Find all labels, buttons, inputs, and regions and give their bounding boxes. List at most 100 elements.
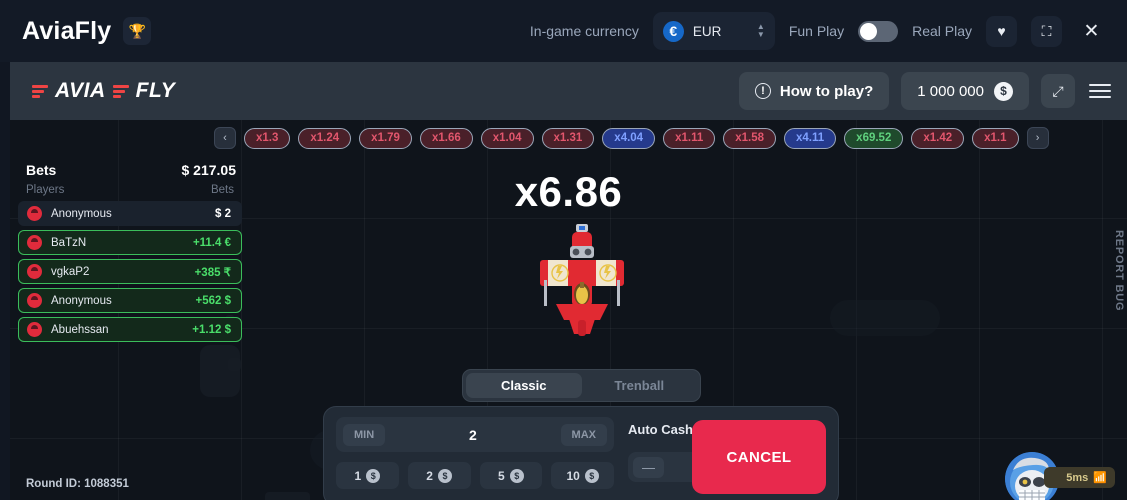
- info-icon: !: [754, 83, 771, 99]
- how-to-play-label: How to play?: [779, 82, 874, 100]
- multiplier-history-bar: ‹ x1.3 x1.24 x1.79 x1.66 x1.04 x1.31 x4.04 x1.1…: [10, 127, 1127, 149]
- quick-bet-button[interactable]: 5 $: [479, 462, 543, 489]
- balance-display[interactable]: 1 000 000 $: [901, 72, 1029, 110]
- bet-amount: +11.4 €: [192, 236, 231, 249]
- history-chip[interactable]: x1.42: [911, 127, 965, 149]
- close-icon[interactable]: ✕: [1076, 16, 1107, 47]
- quick-bet-value: 2: [426, 468, 433, 483]
- tab-trenball[interactable]: Trenball: [582, 373, 698, 398]
- bet-row[interactable]: Abuehssan +1.12 $: [18, 317, 242, 342]
- currency-select[interactable]: € EUR ▲ ▼: [652, 12, 775, 50]
- how-to-play-button[interactable]: ! How to play?: [738, 72, 890, 110]
- expand-icon[interactable]: ⤢: [1041, 74, 1075, 108]
- player-avatar-icon: [27, 235, 42, 250]
- current-multiplier: x6.86: [514, 168, 623, 215]
- min-bet-button[interactable]: MIN: [343, 423, 386, 446]
- ping-value: 5ms: [1066, 471, 1089, 484]
- max-bet-button[interactable]: MAX: [560, 423, 607, 446]
- quick-bet-button[interactable]: 10 $: [551, 462, 614, 489]
- tab-classic[interactable]: Classic: [466, 373, 582, 398]
- bet-amount: +385 ₹: [194, 266, 231, 279]
- game-header: AVIA FLY ! How to play? 1 000 000 $ ⤢: [10, 62, 1127, 120]
- quick-bet-button[interactable]: 1 $: [336, 462, 399, 489]
- cloud-shape: [200, 345, 240, 397]
- favorite-heart-icon[interactable]: ♥: [986, 15, 1017, 47]
- top-bar-controls: In-game currency € EUR ▲ ▼ Fun Play Real …: [530, 12, 1113, 50]
- logo-avia-text: AVIA: [55, 79, 106, 102]
- bet-amount-row: MIN 2 MAX: [336, 417, 614, 452]
- history-chip[interactable]: x4.04: [602, 127, 656, 149]
- aviafly-logo: AVIA FLY: [32, 79, 175, 103]
- game-header-controls: ! How to play? 1 000 000 $ ⤢: [738, 72, 1113, 110]
- player-name: Abuehssan: [51, 323, 109, 336]
- bet-amount-section: MIN 2 MAX 1 $2 $5 $10 $: [336, 417, 614, 495]
- play-mode-toggle[interactable]: [858, 20, 899, 42]
- cloud-shape: [265, 492, 310, 500]
- player-name: vgkaP2: [51, 265, 90, 278]
- dollar-coin-icon: $: [994, 81, 1013, 101]
- player-avatar-icon: [27, 322, 42, 337]
- ping-indicator: 5ms 📶: [1044, 467, 1115, 488]
- player-avatar-icon: [27, 293, 42, 308]
- history-chip[interactable]: x4.11: [784, 127, 837, 149]
- hamburger-menu-icon[interactable]: [1087, 78, 1113, 104]
- trophy-icon[interactable]: 🏆: [123, 17, 152, 45]
- dollar-coin-icon: $: [366, 468, 381, 483]
- dollar-coin-icon: $: [437, 468, 452, 483]
- chevron-updown-icon[interactable]: ▲ ▼: [757, 23, 765, 39]
- history-chip[interactable]: x1.1: [972, 127, 1019, 149]
- player-name: BaTzN: [51, 236, 87, 249]
- brand: AviaFly 🏆: [22, 16, 152, 46]
- cancel-button[interactable]: CANCEL: [692, 420, 826, 494]
- fullscreen-icon[interactable]: ⛶: [1031, 15, 1062, 47]
- brand-name: AviaFly: [22, 16, 112, 45]
- balance-amount: 1 000 000: [917, 82, 984, 100]
- bet-amount: +562 $: [195, 294, 232, 307]
- bet-row[interactable]: Anonymous +562 $: [18, 288, 242, 313]
- airplane-icon: [534, 220, 630, 340]
- euro-icon: €: [662, 20, 684, 42]
- round-id-label: Round ID: 1088351: [26, 478, 129, 490]
- wifi-icon: 📶: [1093, 472, 1107, 484]
- top-bar: AviaFly 🏆 In-game currency € EUR ▲ ▼ Fun …: [0, 0, 1127, 62]
- history-prev-button[interactable]: ‹: [214, 127, 236, 149]
- history-chip[interactable]: x1.58: [723, 127, 777, 149]
- history-next-button[interactable]: ›: [1026, 127, 1049, 149]
- history-chip[interactable]: x1.66: [419, 127, 473, 149]
- player-avatar-icon: [27, 264, 42, 279]
- bet-control-panel: MIN 2 MAX 1$2$5$10$ Auto Cashout — 2 x +…: [323, 406, 839, 500]
- bet-amount-value[interactable]: 2: [391, 427, 554, 443]
- quick-bet-row: 1 $2 $5 $10 $: [336, 462, 614, 489]
- wing-right-icon: [112, 84, 129, 98]
- history-chip[interactable]: x69.52: [844, 127, 904, 149]
- currency-value: EUR: [692, 23, 722, 39]
- bet-amount: +1.12 $: [192, 323, 231, 336]
- aviafly-game-window: AviaFly 🏆 In-game currency € EUR ▲ ▼ Fun …: [0, 0, 1127, 500]
- dollar-coin-icon: $: [584, 468, 599, 483]
- currency-label: In-game currency: [529, 23, 639, 39]
- game-stage: ‹ x1.3 x1.24 x1.79 x1.66 x1.04 x1.31 x4.04 x1.1…: [10, 120, 1127, 500]
- history-chip[interactable]: x1.31: [541, 127, 595, 149]
- quick-bet-button[interactable]: 2 $: [407, 462, 471, 489]
- wing-left-icon: [32, 84, 48, 98]
- bet-row[interactable]: vgkaP2 +385 ₹: [18, 259, 242, 284]
- dollar-coin-icon: $: [509, 468, 524, 483]
- history-chip[interactable]: x1.04: [480, 127, 534, 149]
- history-chip[interactable]: x1.79: [359, 127, 412, 149]
- history-chip[interactable]: x1.11: [663, 127, 716, 149]
- stepper-decrease-button[interactable]: —: [633, 456, 664, 478]
- bets-list: Anonymous $ 2 BaTzN +11.4 € vgkaP2 +385 ₹ Anon…: [18, 201, 242, 342]
- fun-play-label: Fun Play: [788, 23, 845, 39]
- history-chip[interactable]: x1.3: [244, 127, 291, 149]
- report-bug-button[interactable]: REPORT BUG: [1113, 230, 1125, 311]
- real-play-label: Real Play: [912, 23, 972, 39]
- quick-bet-value: 1: [354, 468, 362, 483]
- history-chip[interactable]: x1.24: [298, 127, 352, 149]
- logo-fly-text: FLY: [135, 79, 176, 102]
- bet-row[interactable]: BaTzN +11.4 €: [18, 230, 242, 255]
- game-mode-tabs: Classic Trenball: [462, 369, 701, 402]
- quick-bet-value: 5: [498, 468, 505, 483]
- toggle-knob: [860, 22, 878, 40]
- quick-bet-value: 10: [566, 468, 580, 483]
- player-name: Anonymous: [51, 294, 112, 307]
